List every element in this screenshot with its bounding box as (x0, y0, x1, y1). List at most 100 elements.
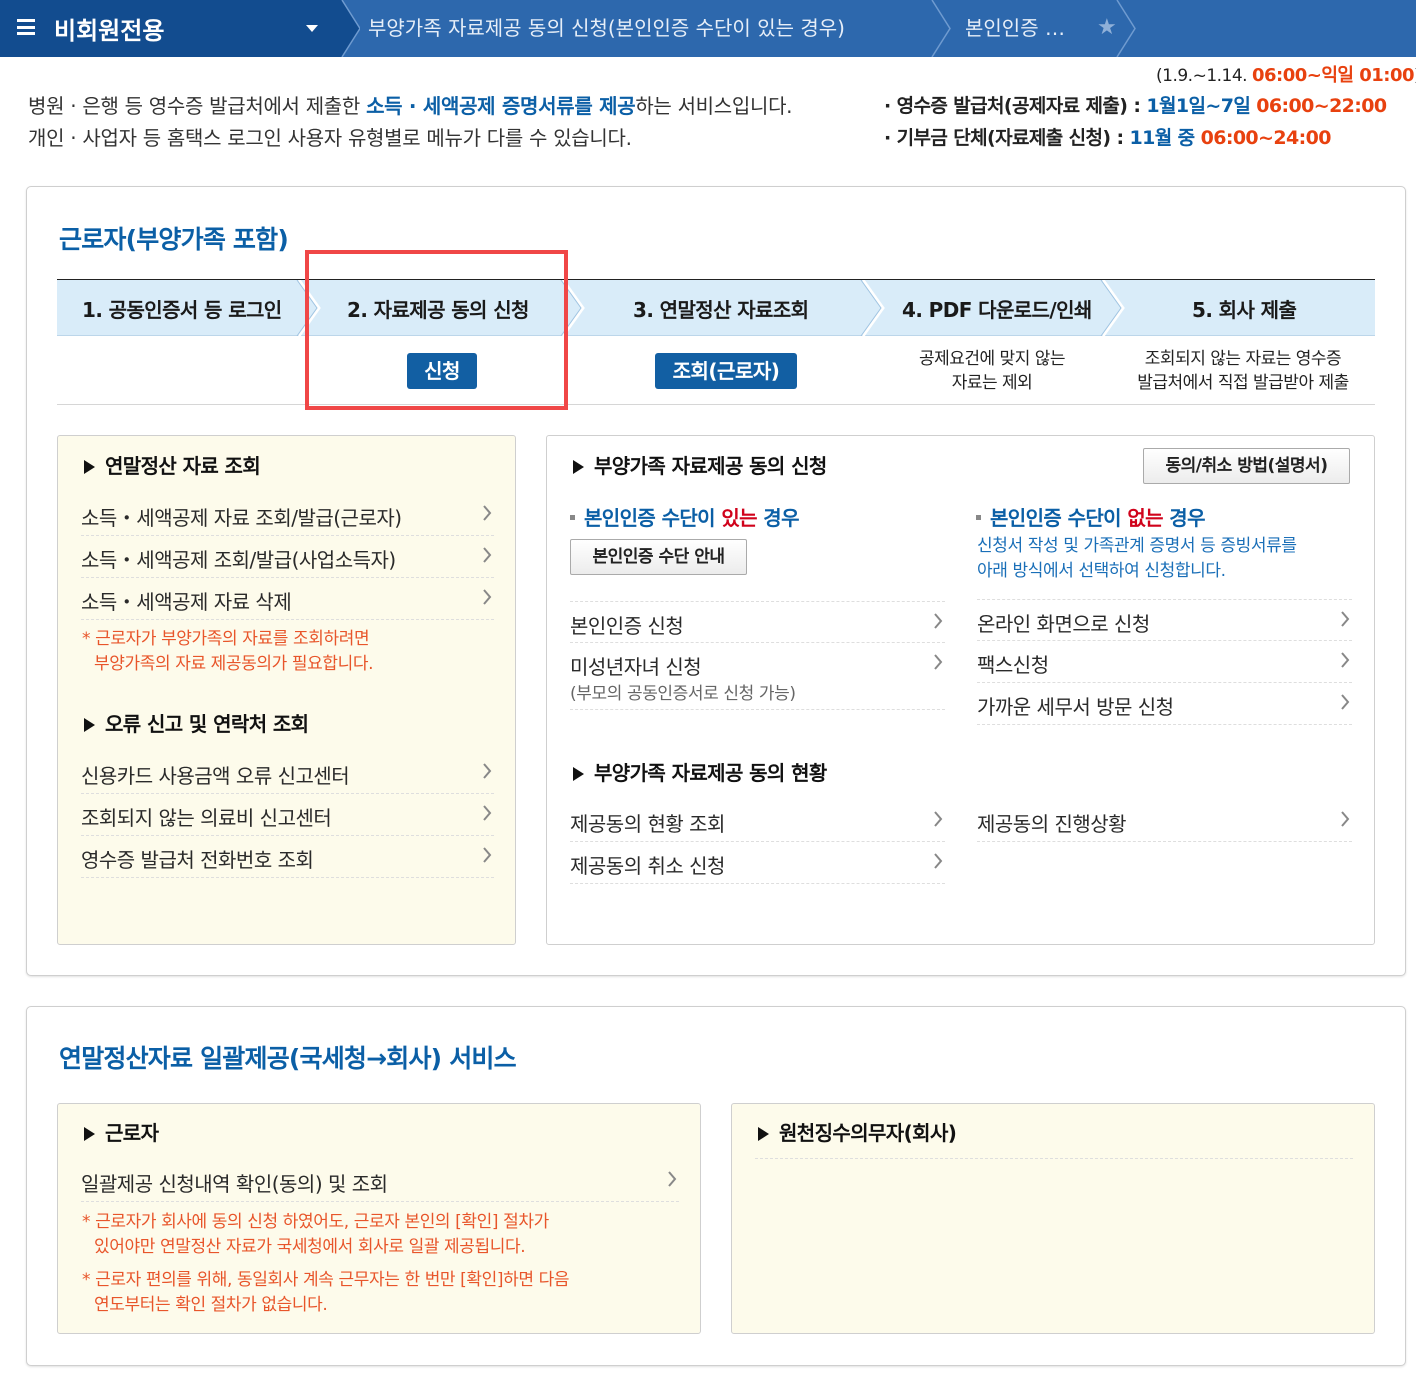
info-time: 06:00~22:00 (1256, 95, 1387, 117)
breadcrumb-separator-icon (338, 0, 360, 57)
link-bulk-confirm[interactable]: 일괄제공 신청내역 확인(동의) 및 조회 (81, 1160, 679, 1202)
subtitle-emphasis: 있는 (721, 506, 757, 530)
link-label: 제공동의 현황 조회 (570, 812, 725, 836)
breadcrumb-end-icon (1116, 0, 1136, 57)
link-label: 본인인증 신청 (570, 614, 684, 638)
link-consent-status[interactable]: 제공동의 현황 조회 (570, 800, 945, 842)
link-label: 미성년자녀 신청 (570, 655, 702, 679)
box-title-text: 근로자 (105, 1121, 159, 1145)
with-auth-subtitle: 본인인증 수단이 있는 경우 (570, 502, 800, 531)
triangle-right-icon (573, 767, 584, 781)
year-end-lookup-title: 연말정산 자료 조회 (84, 450, 261, 479)
special-hours-prefix: (1.9.~1.14. (1156, 66, 1252, 86)
caret-down-icon[interactable] (306, 25, 318, 32)
lookup-worker-button[interactable]: 조회(근로자) (655, 353, 797, 389)
error-report-title: 오류 신고 및 연락처 조회 (84, 708, 309, 737)
breadcrumb-sub-page[interactable]: 본인인증 … (965, 12, 1065, 41)
subtitle-text: 경우 (1162, 506, 1205, 530)
bulk-note-1: * 근로자가 회사에 동의 신청 하였어도, 근로자 본인의 [확인] 절차가 있… (82, 1210, 549, 1260)
bulk-note-2: * 근로자 편의를 위해, 동일회사 계속 근무자는 한 번만 [확인]하면 다… (82, 1268, 569, 1318)
step-4-label: 4. PDF 다운로드/인쇄 (902, 298, 1092, 322)
link-consent-progress[interactable]: 제공동의 진행상황 (977, 800, 1352, 842)
chevron-right-icon (934, 811, 943, 827)
triangle-right-icon (84, 718, 95, 732)
info-label: · 영수증 발급처(공제자료 제출) : (884, 95, 1147, 117)
chevron-right-icon (668, 1171, 677, 1187)
consent-guide-button[interactable]: 동의/취소 방법(설명서) (1143, 448, 1350, 484)
link-medical-expense-center[interactable]: 조회되지 않는 의료비 신고센터 (81, 794, 494, 836)
link-label: 소득・세액공제 자료 조회/발급(근로자) (81, 506, 402, 530)
triangle-right-icon (573, 460, 584, 474)
subtitle-text: 경우 (756, 506, 799, 530)
link-consent-cancel[interactable]: 제공동의 취소 신청 (570, 842, 945, 884)
link-income-deduction-delete[interactable]: 소득・세액공제 자료 삭제 (81, 578, 494, 620)
bulk-section-title: 연말정산자료 일괄제공(국세청→회사) 서비스 (59, 1044, 517, 1073)
process-steps-bar: 1. 공동인증서 등 로그인 2. 자료제공 동의 신청 3. 연말정산 자료조… (57, 279, 1375, 336)
step-4-note-line: 자료는 제외 (951, 373, 1033, 393)
subtitle-text: 본인인증 수단이 (584, 506, 722, 530)
link-minor-child-apply[interactable]: 미성년자녀 신청 (부모의 공동인증서로 신청 가능) (570, 643, 945, 710)
without-auth-description: 신청서 작성 및 가족관계 증명서 등 증빙서류를아래 방식에서 선택하여 신청… (977, 534, 1297, 584)
info-donation-group: · 기부금 단체(자료제출 신청) : 11월 중 06:00~24:00 (884, 123, 1331, 150)
nav-menu-toggle[interactable]: 비회원전용 (0, 0, 342, 57)
link-label: 가까운 세무서 방문 신청 (977, 695, 1174, 719)
chevron-right-icon (483, 847, 492, 863)
chevron-right-icon (483, 505, 492, 521)
step-5-note-line: 조회되지 않는 자료는 영수증 (1144, 349, 1342, 369)
note-line: 연도부터는 확인 절차가 없습니다. (94, 1295, 328, 1315)
step-4-note-line: 공제요건에 맞지 않는 (918, 349, 1066, 369)
intro-text: 병원 · 은행 등 영수증 발급처에서 제출한 (28, 94, 367, 118)
step-4-note: 공제요건에 맞지 않는자료는 제외 (892, 347, 1092, 395)
square-bullet-icon (570, 515, 575, 520)
star-icon[interactable]: ★ (1097, 15, 1117, 40)
subtitle-text: 본인인증 수단이 (990, 506, 1128, 530)
auth-method-guide-button[interactable]: 본인인증 수단 안내 (570, 539, 747, 575)
link-income-deduction-worker[interactable]: 소득・세액공제 자료 조회/발급(근로자) (81, 494, 494, 536)
description-line: 신청서 작성 및 가족관계 증명서 등 증빙서류를 (977, 536, 1297, 556)
link-fax-apply[interactable]: 팩스신청 (977, 641, 1352, 683)
description-line: 아래 방식에서 선택하여 신청합니다. (977, 561, 1226, 581)
link-label: 온라인 화면으로 신청 (977, 612, 1150, 636)
link-tax-office-visit[interactable]: 가까운 세무서 방문 신청 (977, 683, 1352, 725)
chevron-right-icon (934, 654, 943, 670)
box-title-text: 연말정산 자료 조회 (105, 454, 261, 478)
note-line: * 근로자가 부양가족의 자료를 조회하려면 (82, 629, 370, 649)
step-5-note: 조회되지 않는 자료는 영수증 발급처에서 직접 발급받아 제출 (1112, 347, 1374, 395)
intro-line-1: 병원 · 은행 등 영수증 발급처에서 제출한 소득 · 세액공제 증명서류를 … (28, 90, 793, 119)
intro-highlight: 소득 · 세액공제 증명서류를 제공 (366, 94, 636, 118)
bulk-worker-title: 근로자 (84, 1117, 159, 1146)
chevron-right-icon (1341, 694, 1350, 710)
worker-section-title: 근로자(부양가족 포함) (59, 225, 289, 254)
link-label: 제공동의 진행상황 (977, 812, 1127, 836)
link-self-auth-apply[interactable]: 본인인증 신청 (570, 601, 945, 643)
link-subnote: (부모의 공동인증서로 신청 가능) (570, 684, 796, 704)
link-label: 신용카드 사용금액 오류 신고센터 (81, 764, 350, 788)
nav-menu-title[interactable]: 비회원전용 (54, 11, 164, 46)
link-income-deduction-business[interactable]: 소득・세액공제 조회/발급(사업소득자) (81, 536, 494, 578)
intro-text: 하는 서비스입니다. (635, 94, 793, 118)
note-line: * 근로자가 회사에 동의 신청 하였어도, 근로자 본인의 [확인] 절차가 (82, 1212, 549, 1232)
breadcrumb-current-page[interactable]: 부양가족 자료제공 동의 신청(본인인증 수단이 있는 경우) (368, 12, 845, 41)
triangle-right-icon (758, 1127, 769, 1141)
step-chevron-icon (1100, 280, 1125, 336)
chevron-right-icon (934, 853, 943, 869)
link-online-apply[interactable]: 온라인 화면으로 신청 (977, 599, 1352, 641)
breadcrumb-separator-icon (931, 0, 951, 57)
link-issuer-phone-lookup[interactable]: 영수증 발급처 전화번호 조회 (81, 836, 494, 878)
chevron-right-icon (483, 547, 492, 563)
steps-divider (57, 404, 1375, 405)
info-period: 11월 중 (1129, 127, 1201, 149)
info-receipt-issuer: · 영수증 발급처(공제자료 제출) : 1월1일~7일 06:00~22:00 (884, 91, 1387, 118)
triangle-right-icon (84, 460, 95, 474)
link-label: 팩스신청 (977, 653, 1049, 677)
note-line: * 근로자 편의를 위해, 동일회사 계속 근무자는 한 번만 [확인]하면 다… (82, 1270, 570, 1290)
link-label: 제공동의 취소 신청 (570, 854, 725, 878)
hamburger-icon[interactable] (17, 19, 35, 35)
link-label: 소득・세액공제 조회/발급(사업소득자) (81, 548, 396, 572)
special-hours-notice: (1.9.~1.14. 06:00~익일 01:00) (1156, 61, 1416, 87)
link-card-error-center[interactable]: 신용카드 사용금액 오류 신고센터 (81, 752, 494, 794)
chevron-right-icon (1341, 611, 1350, 627)
note-line: 부양가족의 자료 제공동의가 필요합니다. (94, 654, 374, 674)
step-3-label: 3. 연말정산 자료조회 (633, 298, 809, 322)
chevron-right-icon (483, 805, 492, 821)
